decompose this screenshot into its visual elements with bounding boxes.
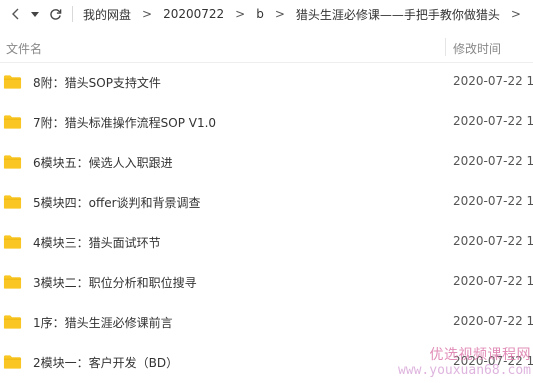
file-date: 2020-07-22 10 xyxy=(453,74,533,88)
breadcrumb: 我的网盘 > 20200722 > b > 猎头生涯必修课——手把手教你做猎头 … xyxy=(83,6,532,23)
file-name: 2模块一：客户开发（BD） xyxy=(33,356,179,370)
file-name: 8附：猎头SOP支持文件 xyxy=(33,76,161,90)
folder-icon xyxy=(3,75,22,89)
folder-icon xyxy=(3,275,22,289)
watermark: 优选视频课程网 www.youxuan68.com xyxy=(398,347,531,379)
breadcrumb-item[interactable]: 20200722 xyxy=(163,7,224,21)
watermark-title: 优选视频课程网 xyxy=(429,346,531,363)
file-date: 2020-07-22 10 xyxy=(453,114,533,128)
toolbar: 我的网盘 > 20200722 > b > 猎头生涯必修课——手把手教你做猎头 … xyxy=(0,0,533,28)
breadcrumb-item[interactable]: 猎头生涯必修课——手把手教你做猎头 xyxy=(296,6,500,23)
file-name: 3模块二：职位分析和职位搜寻 xyxy=(33,276,197,290)
file-date: 2020-07-22 10 xyxy=(453,234,533,248)
list-item[interactable]: 4模块三：猎头面试环节 2020-07-22 10 xyxy=(0,222,533,262)
folder-icon xyxy=(3,115,22,129)
list-item[interactable]: 1序：猎头生涯必修课前言 2020-07-22 10 xyxy=(0,302,533,342)
column-header-time[interactable]: 修改时间 xyxy=(453,40,501,57)
file-name: 7附：猎头标准操作流程SOP V1.0 xyxy=(33,116,217,130)
folder-icon xyxy=(3,235,22,249)
file-name: 1序：猎头生涯必修课前言 xyxy=(33,316,173,330)
folder-icon xyxy=(3,195,22,209)
chevron-left-icon[interactable] xyxy=(4,0,26,28)
folder-icon xyxy=(3,315,22,329)
breadcrumb-item[interactable]: b xyxy=(256,7,264,21)
watermark-url: www.youxuan68.com xyxy=(397,363,531,379)
list-item[interactable]: 7附：猎头标准操作流程SOP V1.0 2020-07-22 10 xyxy=(0,102,533,142)
chevron-right-icon: > xyxy=(235,7,246,21)
folder-icon xyxy=(3,155,22,169)
file-date: 2020-07-22 10 xyxy=(453,154,533,168)
column-header-name[interactable]: 文件名 xyxy=(6,40,42,57)
list-item[interactable]: 6模块五：候选人入职跟进 2020-07-22 10 xyxy=(0,142,533,182)
toolbar-divider xyxy=(72,6,73,22)
column-divider[interactable] xyxy=(445,38,446,56)
file-date: 2020-07-22 10 xyxy=(453,194,533,208)
chevron-right-icon: > xyxy=(142,7,153,21)
chevron-right-icon[interactable]: > xyxy=(511,7,521,21)
caret-down-icon[interactable] xyxy=(26,0,44,28)
refresh-icon[interactable] xyxy=(44,0,66,28)
list-item[interactable]: 5模块四：offer谈判和背景调查 2020-07-22 10 xyxy=(0,182,533,222)
breadcrumb-item[interactable]: 我的网盘 xyxy=(83,6,131,23)
chevron-right-icon: > xyxy=(274,7,285,21)
file-name: 6模块五：候选人入职跟进 xyxy=(33,156,173,170)
file-list: 8附：猎头SOP支持文件 2020-07-22 10 7附：猎头标准操作流程SO… xyxy=(0,62,533,382)
list-item[interactable]: 3模块二：职位分析和职位搜寻 2020-07-22 10 xyxy=(0,262,533,302)
column-header: 文件名 修改时间 xyxy=(0,32,533,63)
file-name: 5模块四：offer谈判和背景调查 xyxy=(33,196,201,210)
file-name: 4模块三：猎头面试环节 xyxy=(33,236,161,250)
folder-icon xyxy=(3,355,22,369)
list-item[interactable]: 8附：猎头SOP支持文件 2020-07-22 10 xyxy=(0,62,533,102)
file-date: 2020-07-22 10 xyxy=(453,274,533,288)
file-date: 2020-07-22 10 xyxy=(453,314,533,328)
